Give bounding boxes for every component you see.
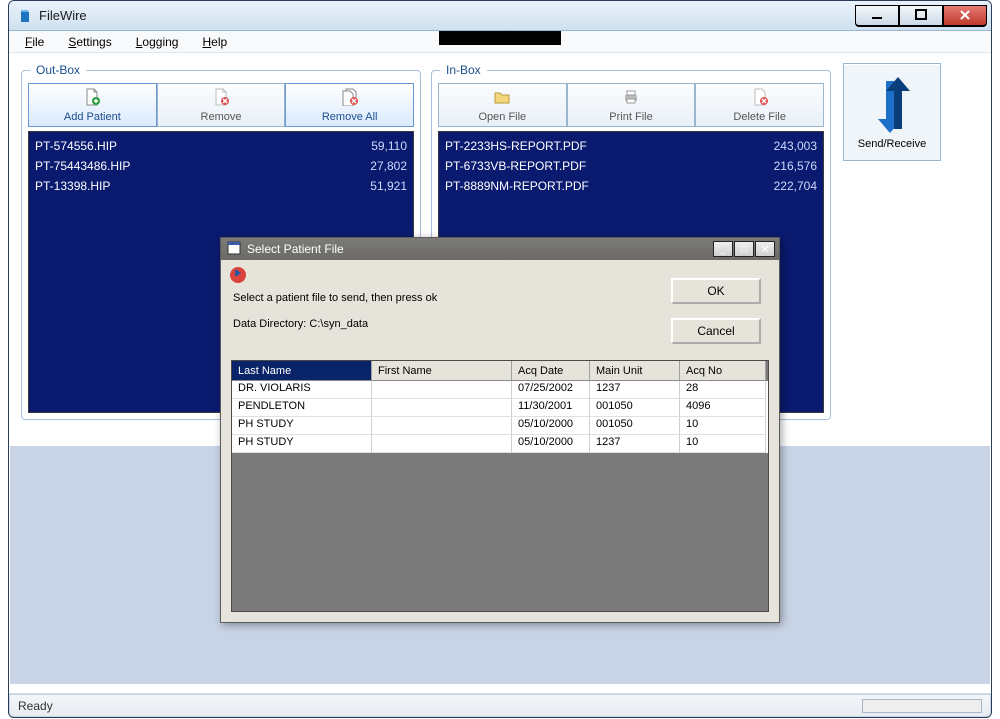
window-title: FileWire [39,8,855,23]
dialog-logo-icon [229,266,247,287]
col-acq-date[interactable]: Acq Date [512,361,590,381]
dialog-titlebar[interactable]: Select Patient File _ □ ✕ [221,238,779,260]
minimize-button[interactable] [855,5,899,27]
delete-file-button[interactable]: Delete File [695,83,824,127]
list-item[interactable]: PT-8889NM-REPORT.PDF222,704 [445,176,817,196]
list-item[interactable]: PT-6733VB-REPORT.PDF216,576 [445,156,817,176]
document-delete-icon [751,88,769,109]
list-item[interactable]: PT-574556.HIP59,110 [35,136,407,156]
outbox-title: Out-Box [30,63,86,77]
notch-decoration [439,31,561,45]
menu-help[interactable]: Help [192,33,237,51]
open-folder-icon [493,88,511,109]
col-main-unit[interactable]: Main Unit [590,361,680,381]
menu-settings[interactable]: Settings [58,33,121,51]
menu-logging[interactable]: Logging [126,33,189,51]
menu-file[interactable]: File [15,33,54,51]
list-item[interactable]: PT-13398.HIP51,921 [35,176,407,196]
select-patient-dialog: Select Patient File _ □ ✕ Select a patie… [220,237,780,623]
titlebar[interactable]: FileWire [9,1,991,31]
document-remove-icon [212,88,230,109]
dialog-close-button[interactable]: ✕ [755,241,775,257]
dialog-datadir: Data Directory: C:\syn_data [233,318,368,330]
table-header: Last Name First Name Acq Date Main Unit … [232,361,768,381]
dialog-title: Select Patient File [247,242,344,256]
dialog-prompt: Select a patient file to send, then pres… [233,292,437,304]
maximize-button[interactable] [899,5,943,27]
close-button[interactable] [943,5,987,27]
status-bar: Ready [10,694,990,716]
col-first-name[interactable]: First Name [372,361,512,381]
dialog-maximize-button[interactable]: □ [734,241,754,257]
col-acq-no[interactable]: Acq No [680,361,766,381]
status-text: Ready [18,699,53,713]
cancel-button[interactable]: Cancel [671,318,761,344]
table-row[interactable]: PH STUDY 05/10/2000 001050 10 [232,417,768,435]
printer-icon [622,88,640,109]
patient-table[interactable]: Last Name First Name Acq Date Main Unit … [231,360,769,612]
add-patient-button[interactable]: Add Patient [28,83,157,127]
list-item[interactable]: PT-2233HS-REPORT.PDF243,003 [445,136,817,156]
open-file-button[interactable]: Open File [438,83,567,127]
progress-bar [862,699,982,713]
inbox-title: In-Box [440,63,487,77]
sync-arrows-icon [866,75,918,138]
remove-button[interactable]: Remove [157,83,286,127]
table-row[interactable]: DR. VIOLARIS 07/25/2002 1237 28 [232,381,768,399]
table-row[interactable]: PENDLETON 11/30/2001 001050 4096 [232,399,768,417]
app-icon [17,8,33,24]
ok-button[interactable]: OK [671,278,761,304]
dialog-minimize-button[interactable]: _ [713,241,733,257]
send-receive-button[interactable]: Send/Receive [843,63,941,161]
table-row[interactable]: PH STUDY 05/10/2000 1237 10 [232,435,768,453]
col-last-name[interactable]: Last Name [232,361,372,381]
document-add-icon [83,88,101,109]
list-item[interactable]: PT-75443486.HIP27,802 [35,156,407,176]
print-file-button[interactable]: Print File [567,83,696,127]
documents-remove-icon [340,88,360,109]
remove-all-button[interactable]: Remove All [285,83,414,127]
dialog-icon [227,241,241,258]
